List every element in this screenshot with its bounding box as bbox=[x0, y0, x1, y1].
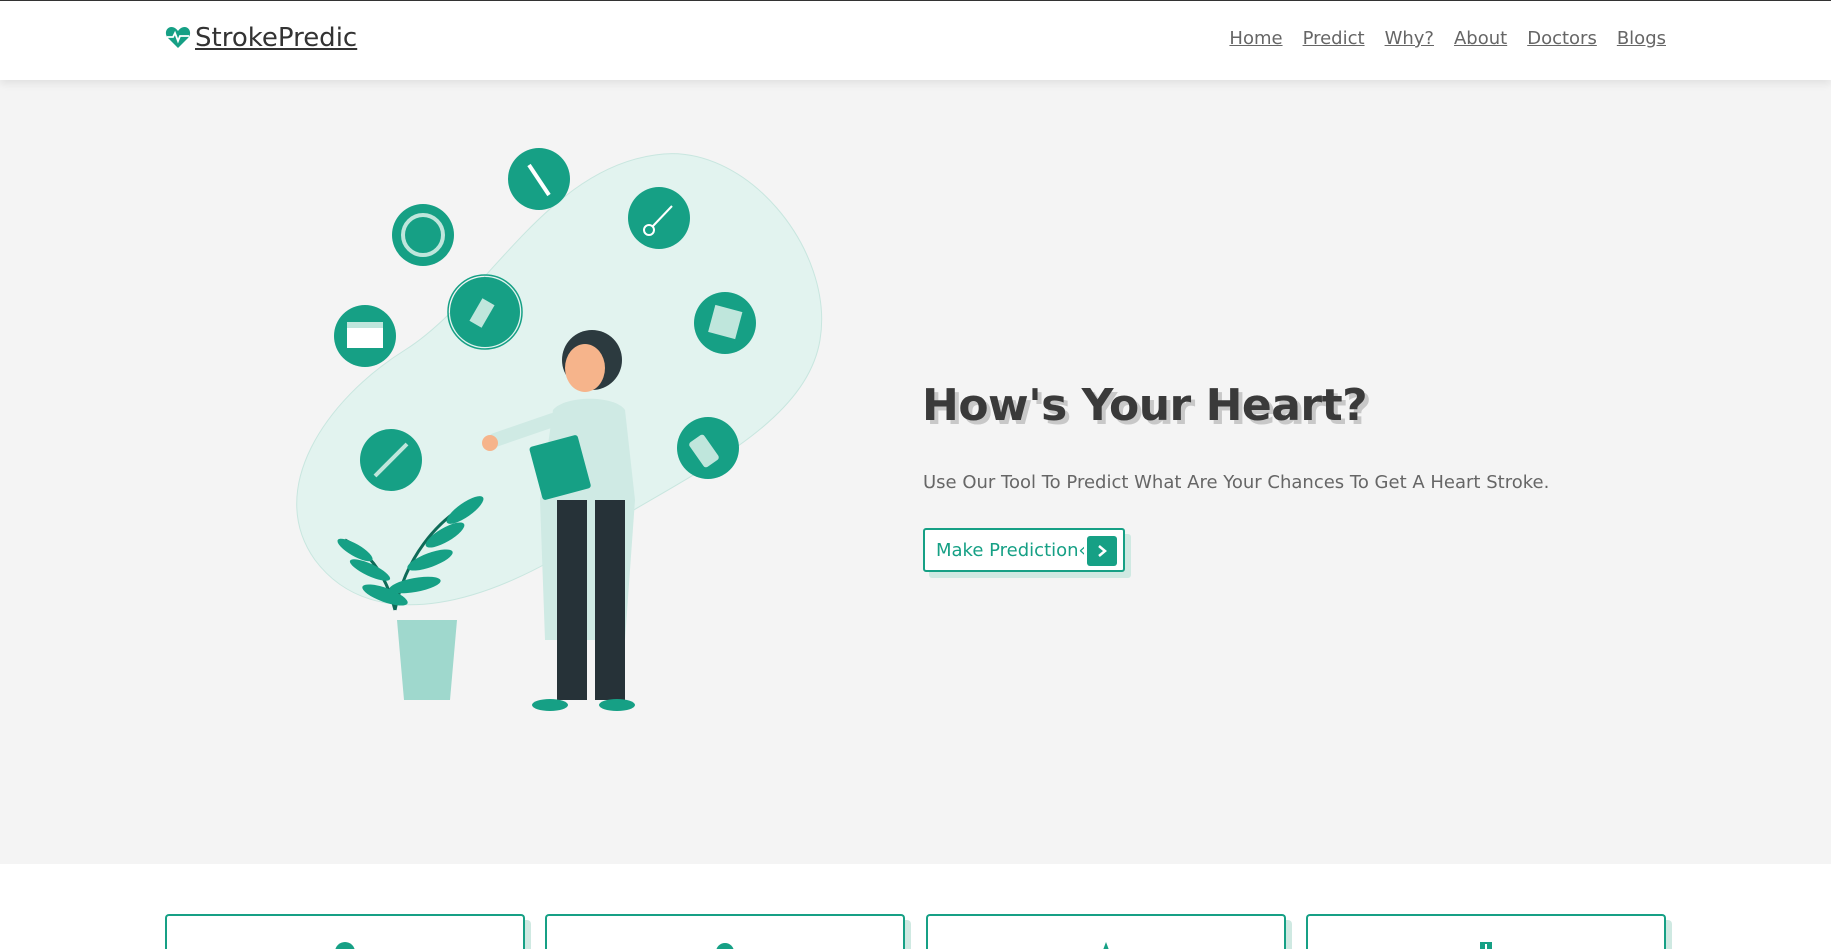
nav-blogs[interactable]: Blogs bbox=[1617, 28, 1666, 49]
user-icon bbox=[334, 938, 356, 949]
hero-section: How's Your Heart? Use Our Tool To Predic… bbox=[0, 80, 1831, 864]
feature-card bbox=[165, 914, 525, 949]
nav-why[interactable]: Why? bbox=[1385, 28, 1434, 49]
brand-logo-link[interactable]: StrokePredic bbox=[165, 23, 357, 53]
main-nav: Home Predict Why? About Doctors Blogs bbox=[1229, 28, 1666, 49]
feature-card bbox=[926, 914, 1286, 949]
doctor-illustration bbox=[295, 140, 825, 730]
nav-about[interactable]: About bbox=[1454, 28, 1507, 49]
features-section bbox=[0, 864, 1831, 949]
feature-card bbox=[1306, 914, 1666, 949]
hero-title: How's Your Heart? bbox=[922, 380, 1368, 431]
make-prediction-label: Make Prediction‹ bbox=[936, 539, 1086, 561]
nav-doctors[interactable]: Doctors bbox=[1527, 28, 1597, 49]
user-icon bbox=[715, 938, 735, 949]
nav-predict[interactable]: Predict bbox=[1303, 28, 1365, 49]
chevron-right-icon bbox=[1087, 536, 1117, 566]
top-header: StrokePredic Home Predict Why? About Doc… bbox=[0, 0, 1831, 80]
brand-name: StrokePredic bbox=[195, 23, 358, 53]
heart-pulse-icon bbox=[165, 26, 191, 50]
feature-card bbox=[545, 914, 905, 949]
star-icon bbox=[1089, 938, 1123, 949]
hero-subtitle: Use Our Tool To Predict What Are Your Ch… bbox=[923, 472, 1550, 493]
medical-icon bbox=[1478, 938, 1494, 949]
nav-home[interactable]: Home bbox=[1229, 28, 1282, 49]
make-prediction-button[interactable]: Make Prediction‹ bbox=[923, 528, 1125, 572]
